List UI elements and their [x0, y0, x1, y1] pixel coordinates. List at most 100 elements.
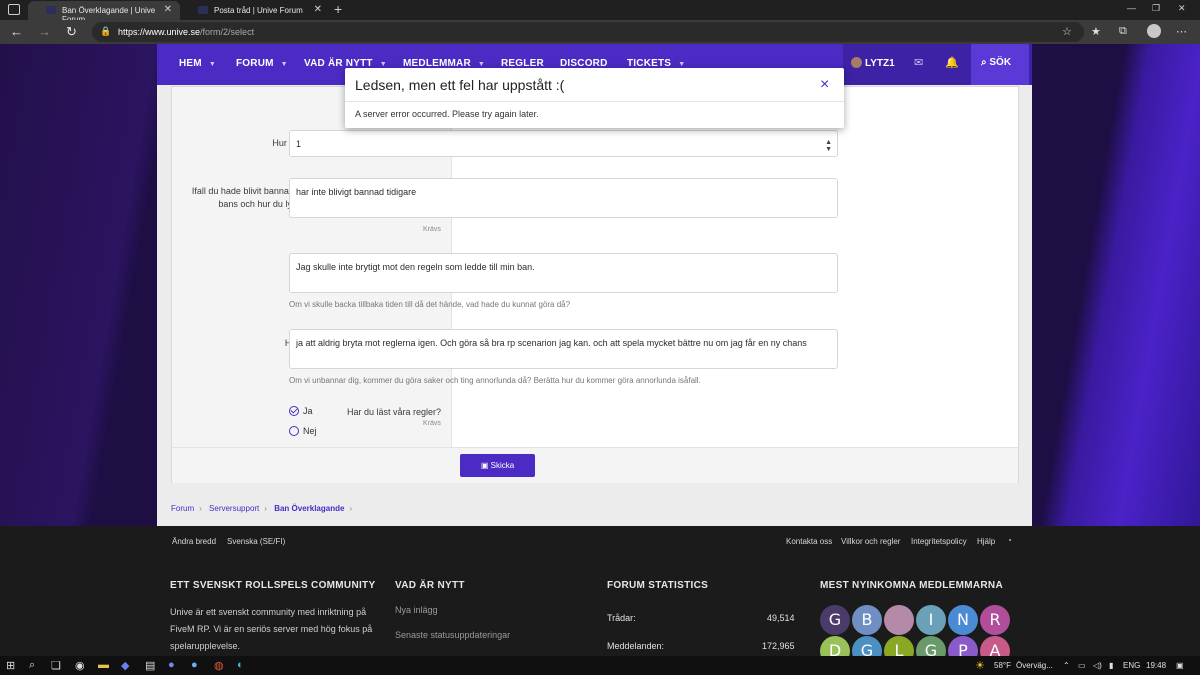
radio-icon	[289, 426, 299, 436]
rss-icon[interactable]: ◔	[1007, 536, 1012, 545]
language-indicator[interactable]: ENG	[1123, 661, 1140, 670]
member-avatar[interactable]: G	[820, 605, 850, 635]
status-updates-link[interactable]: Senaste statusuppdateringar	[395, 630, 510, 640]
stats-heading: FORUM STATISTICS	[607, 580, 709, 591]
weather-text[interactable]: Överväg...	[1016, 661, 1053, 670]
url-field[interactable]: 🔒 https://www.unive.se/form/2/select	[92, 22, 1084, 42]
tab-close-icon[interactable]: ✕	[314, 4, 322, 15]
more-menu-icon[interactable]: ⋯	[1176, 25, 1187, 38]
dialog-divider	[345, 101, 844, 102]
window-close-icon[interactable]: ✕	[1178, 3, 1186, 14]
contact-link[interactable]: Kontakta oss	[786, 537, 832, 546]
site-favicon-icon	[198, 6, 208, 14]
breadcrumb-forum[interactable]: Forum	[171, 504, 194, 513]
dialog-message: A server error occurred. Please try agai…	[355, 109, 539, 119]
member-avatar[interactable]	[884, 605, 914, 635]
app-icon[interactable]: ▤	[145, 659, 155, 672]
favorite-add-icon[interactable]: ☆	[1062, 25, 1072, 38]
tray-expand-icon[interactable]: ⌃	[1063, 661, 1070, 670]
breadcrumb-ban-appeal[interactable]: Ban Överklagande	[274, 504, 344, 513]
terms-link[interactable]: Villkor och regler	[841, 537, 900, 546]
profile-avatar[interactable]	[1147, 24, 1161, 38]
language-link[interactable]: Svenska (SE/FI)	[227, 537, 285, 546]
radio-yes[interactable]: Ja	[289, 406, 313, 416]
member-avatar[interactable]: I	[916, 605, 946, 635]
previous-bans-field[interactable]: har inte blivigt bannad tidigare	[289, 178, 838, 218]
new-posts-link[interactable]: Nya inlägg	[395, 605, 438, 615]
tab-actions-icon[interactable]	[8, 4, 20, 15]
member-avatar[interactable]: L	[884, 636, 914, 656]
breadcrumb-serversupport[interactable]: Serversupport	[209, 504, 259, 513]
search-button[interactable]: ⌕ SÖK	[971, 44, 1029, 85]
stat-value: 172,965	[762, 641, 795, 651]
checked-radio-icon	[289, 406, 299, 416]
whats-new-heading: VAD ÄR NYTT	[395, 580, 465, 591]
member-avatar[interactable]: N	[948, 605, 978, 635]
clock[interactable]: 19:48	[1146, 661, 1166, 670]
refresh-icon[interactable]: ↻	[66, 24, 77, 40]
browser-tab-bar: Ban Överklagande | Unive Forum ✕ Posta t…	[0, 0, 1200, 24]
browser-tab-active[interactable]: Ban Överklagande | Unive Forum ✕	[28, 1, 180, 24]
back-icon[interactable]: ←	[10, 24, 23, 39]
weather-temp: 58°F	[994, 661, 1011, 670]
mic-icon[interactable]: ▮	[1109, 661, 1113, 670]
inbox-icon[interactable]: ✉	[914, 56, 923, 69]
field-hint: Om vi unbannar dig, kommer du göra saker…	[289, 376, 701, 385]
save-icon: ▣	[480, 461, 489, 470]
app-icon[interactable]: ◆	[121, 659, 129, 672]
bell-icon[interactable]: 🔔	[945, 56, 959, 69]
user-menu[interactable]: LYTZ1	[851, 57, 895, 69]
member-avatar[interactable]: A	[980, 636, 1010, 656]
weather-icon: ☀	[975, 660, 985, 672]
privacy-link[interactable]: Integritetspolicy	[911, 537, 967, 546]
favorites-icon[interactable]: ★	[1091, 25, 1101, 38]
network-icon[interactable]: ▭	[1078, 661, 1086, 670]
radio-no[interactable]: Nej	[289, 426, 317, 436]
steam-icon[interactable]: ◉	[75, 659, 85, 672]
search-icon[interactable]: ⌕	[29, 659, 35, 672]
chrome-icon[interactable]: ◍	[214, 659, 224, 672]
file-explorer-icon[interactable]: ▬	[98, 659, 109, 671]
new-tab-icon[interactable]: +	[334, 1, 342, 17]
form-footer-row	[172, 447, 1018, 483]
forward-icon[interactable]: →	[38, 24, 51, 39]
dialog-title: Ledsen, men ett fel har uppstått :(	[355, 77, 565, 93]
notifications-icon[interactable]: ▣	[1176, 661, 1184, 670]
change-width-link[interactable]: Ändra bredd	[172, 537, 216, 546]
close-icon[interactable]: ×	[820, 76, 829, 94]
member-avatar[interactable]: D	[820, 636, 850, 656]
tab-close-icon[interactable]: ✕	[164, 4, 172, 15]
webpage: HEM ▼ FORUM ▼ VAD ÄR NYTT ▼ MEDLEMMAR ▼ REGL…	[0, 44, 1200, 656]
volume-icon[interactable]: ◁)	[1093, 661, 1102, 670]
site-footer: Ändra bredd Svenska (SE/FI) Kontakta oss…	[0, 526, 1200, 656]
ban-count-select[interactable]: 1 ▲ ▼	[289, 130, 838, 157]
help-link[interactable]: Hjälp	[977, 537, 995, 546]
submit-button[interactable]: ▣ Skicka	[460, 454, 535, 477]
member-avatar[interactable]: B	[852, 605, 882, 635]
nav-home[interactable]: HEM ▼	[179, 58, 216, 69]
member-avatar[interactable]: P	[948, 636, 978, 656]
task-view-icon[interactable]: ❏	[51, 659, 61, 672]
about-heading: ETT SVENSKT ROLLSPELS COMMUNITY	[170, 580, 376, 591]
app-icon[interactable]: ●	[191, 659, 198, 671]
stat-value: 49,514	[767, 613, 795, 623]
members-heading: MEST NYINKOMNA MEDLEMMARNA	[820, 580, 1003, 591]
nav-forum[interactable]: FORUM ▼	[236, 58, 288, 69]
discord-icon[interactable]: ●	[168, 659, 175, 671]
browser-tab[interactable]: Posta tråd | Unive Forum ✕	[180, 1, 330, 20]
site-favicon-icon	[46, 6, 56, 14]
member-avatar[interactable]: G	[852, 636, 882, 656]
learned-field[interactable]: ja att aldrig bryta mot reglerna igen. O…	[289, 329, 838, 369]
tab-title: Posta tråd | Unive Forum	[214, 6, 303, 15]
avatar	[851, 57, 862, 68]
minimize-icon[interactable]: —	[1127, 3, 1136, 13]
member-avatar[interactable]: R	[980, 605, 1010, 635]
restore-icon[interactable]: ❐	[1152, 3, 1160, 14]
collections-icon[interactable]: ⧉	[1119, 25, 1127, 38]
start-icon[interactable]: ⊞	[6, 659, 15, 672]
about-text: Unive är ett svenskt community med inrik…	[170, 607, 373, 651]
member-avatar[interactable]: G	[916, 636, 946, 656]
edge-icon[interactable]: ◐	[237, 659, 244, 671]
required-tag: Krävs	[423, 226, 441, 233]
do-differently-field[interactable]: Jag skulle inte brytigt mot den regeln s…	[289, 253, 838, 293]
